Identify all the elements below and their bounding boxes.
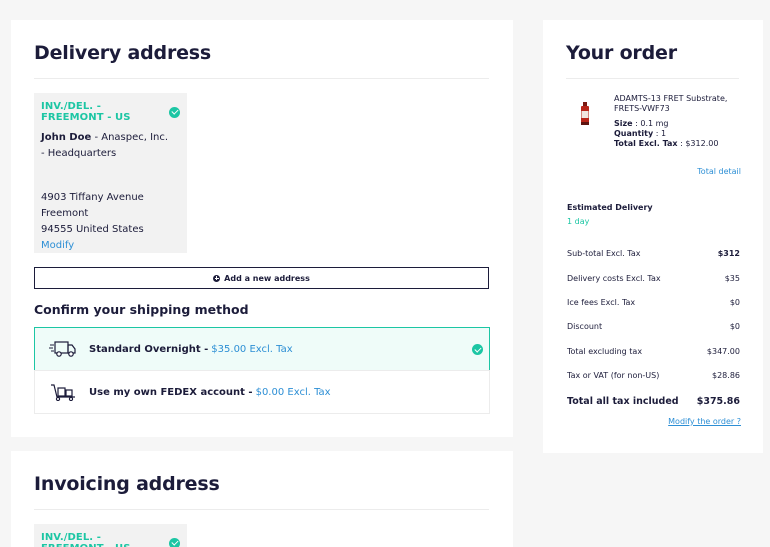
product-vial-image: [581, 102, 589, 125]
address-street: 4903 Tiffany Avenue: [41, 192, 144, 203]
invoicing-address-title: Invoicing address: [34, 473, 220, 495]
address-header: INV./DEL. - FREEMONT - US: [41, 101, 180, 123]
address-card[interactable]: INV./DEL. - FREEMONT - US John Doe - Ana…: [34, 93, 187, 253]
product-total: Total Excl. Tax : $312.00: [614, 139, 754, 149]
summary-value: $347.00: [706, 347, 740, 356]
summary-value: $375.86: [696, 396, 740, 407]
summary-row-discount: Discount $0: [567, 322, 740, 331]
address-city: Freemont: [41, 208, 89, 219]
address-department: - Headquarters: [41, 148, 117, 159]
summary-value: $35: [724, 274, 740, 283]
shipping-option-name: Use my own FEDEX account -: [89, 386, 253, 398]
total-label: Total Excl. Tax: [614, 139, 678, 148]
your-order-card: Your order ADAMTS-13 FRET Substrate, FRE…: [543, 20, 763, 453]
size-value: : 0.1 mg: [632, 119, 669, 128]
address-header: INV./DEL. - FREEMONT - US: [41, 532, 180, 547]
address-header-label: INV./DEL. - FREEMONT - US: [41, 532, 130, 547]
summary-value: $312: [717, 249, 740, 258]
summary-label: Discount: [567, 322, 603, 331]
shipping-option-name: Standard Overnight -: [89, 343, 209, 355]
product-size: Size : 0.1 mg: [614, 119, 754, 129]
address-name: John Doe: [41, 132, 92, 143]
address-header-label: INV./DEL. - FREEMONT - US: [41, 101, 131, 123]
quantity-label: Quantity: [614, 129, 654, 138]
truck-icon: [49, 341, 76, 357]
check-circle-icon: [169, 106, 180, 118]
modify-address-link[interactable]: Modify: [41, 238, 180, 254]
add-address-button[interactable]: Add a new address: [34, 267, 489, 289]
delivery-address-card: Delivery address INV./DEL. - FREEMONT - …: [11, 20, 513, 437]
summary-label: Delivery costs Excl. Tax: [567, 274, 661, 283]
shipping-option-price: $35.00 Excl. Tax: [211, 343, 293, 355]
product-quantity: Quantity : 1: [614, 129, 754, 139]
plus-icon: [213, 274, 221, 282]
divider: [566, 78, 739, 79]
dolly-icon: [51, 384, 75, 401]
quantity-value: : 1: [653, 129, 667, 138]
shipping-option-own-fedex[interactable]: Use my own FEDEX account - $0.00 Excl. T…: [34, 370, 490, 414]
total-detail-link[interactable]: Total detail: [697, 167, 741, 176]
summary-label: Tax or VAT (for non-US): [567, 371, 660, 380]
shipping-option-price: $0.00 Excl. Tax: [255, 386, 331, 398]
summary-value: $0: [729, 298, 740, 307]
summary-row-subtotal: Sub-total Excl. Tax $312: [567, 249, 740, 258]
summary-row-tax-vat: Tax or VAT (for non-US) $28.86: [567, 371, 740, 380]
summary-label: Total all tax included: [567, 396, 679, 407]
estimated-delivery-label: Estimated Delivery: [567, 203, 653, 212]
check-circle-icon: [472, 344, 483, 355]
summary-value: $28.86: [712, 371, 740, 380]
summary-row-delivery-costs: Delivery costs Excl. Tax $35: [567, 274, 740, 283]
check-circle-icon: [169, 537, 180, 547]
summary-row-ice-fees: Ice fees Excl. Tax $0: [567, 298, 740, 307]
summary-value: $0: [729, 322, 740, 331]
address-company: - Anaspec, Inc.: [91, 132, 169, 143]
summary-label: Sub-total Excl. Tax: [567, 249, 641, 258]
modify-order-link[interactable]: Modify the order ?: [668, 417, 741, 426]
add-address-label: Add a new address: [224, 273, 310, 283]
summary-label: Ice fees Excl. Tax: [567, 298, 636, 307]
summary-row-total-excl-tax: Total excluding tax $347.00: [567, 347, 740, 356]
invoicing-address-card: Invoicing address INV./DEL. - FREEMONT -…: [11, 451, 513, 547]
summary-row-grand-total: Total all tax included $375.86: [567, 396, 740, 407]
shipping-method-title: Confirm your shipping method: [34, 302, 249, 317]
estimated-delivery-value: 1 day: [567, 217, 590, 226]
address-name-line: John Doe - Anaspec, Inc.: [41, 130, 180, 146]
invoicing-address-card-item[interactable]: INV./DEL. - FREEMONT - US: [34, 524, 187, 547]
shipping-option-standard-overnight[interactable]: Standard Overnight - $35.00 Excl. Tax: [34, 327, 490, 371]
total-value: : $312.00: [677, 139, 719, 148]
summary-label: Total excluding tax: [567, 347, 643, 356]
delivery-address-title: Delivery address: [34, 42, 212, 64]
divider: [34, 509, 489, 510]
product-details: ADAMTS-13 FRET Substrate, FRETS-VWF73 Si…: [614, 94, 754, 149]
address-zip-country: 94555 United States: [41, 224, 144, 235]
size-label: Size: [614, 119, 633, 128]
product-name: ADAMTS-13 FRET Substrate, FRETS-VWF73: [614, 94, 728, 113]
your-order-title: Your order: [566, 42, 677, 64]
divider: [34, 78, 489, 79]
